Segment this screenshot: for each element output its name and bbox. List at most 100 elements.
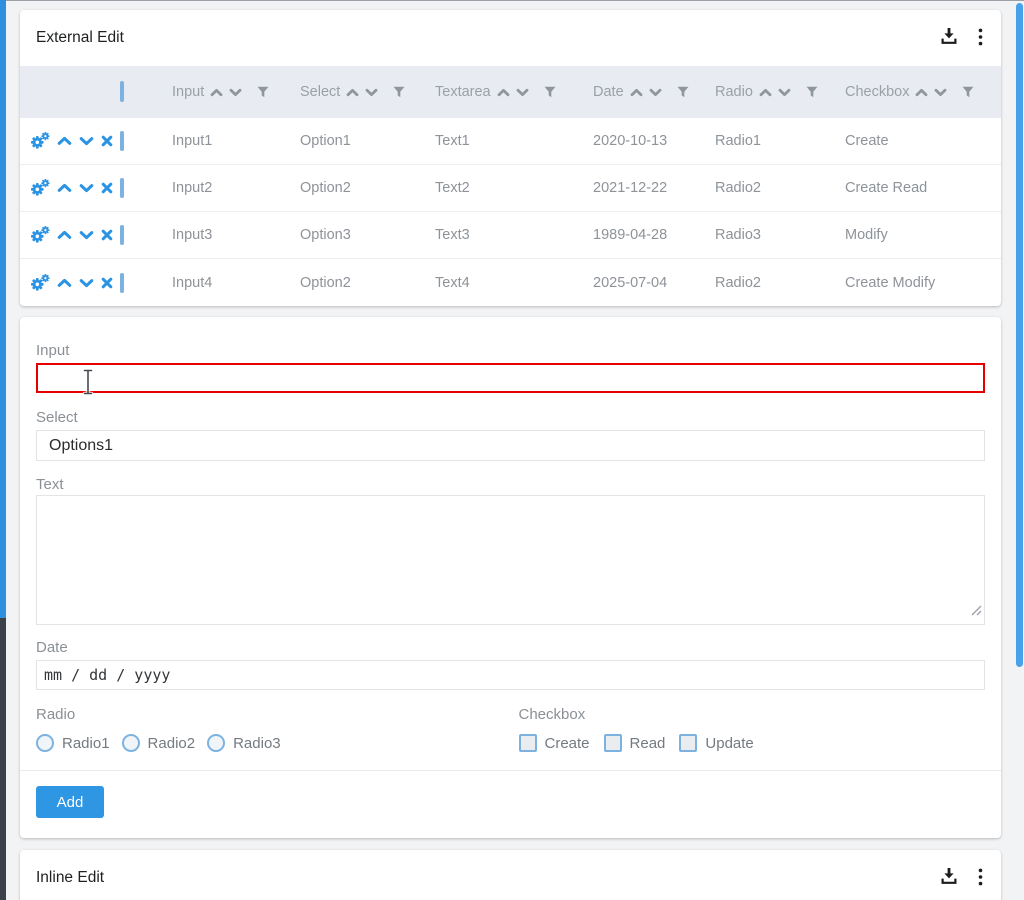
more-menu-button[interactable] bbox=[978, 868, 983, 889]
more-menu-button[interactable] bbox=[978, 28, 983, 49]
row-settings-icon[interactable] bbox=[30, 132, 50, 150]
table-row: Input2 Option2 Text2 2021-12-22 Radio2 C… bbox=[20, 165, 1001, 212]
filter-icon[interactable] bbox=[677, 86, 689, 98]
row-delete-icon[interactable] bbox=[101, 135, 113, 147]
cell-select: Option3 bbox=[300, 227, 435, 243]
column-header-input: Input bbox=[172, 84, 300, 100]
row-checkbox[interactable] bbox=[120, 131, 124, 151]
column-header-checkbox: Checkbox bbox=[845, 84, 1000, 100]
checkbox-option-label: Update bbox=[705, 735, 753, 752]
row-settings-icon[interactable] bbox=[30, 179, 50, 197]
radio-option-radio3[interactable] bbox=[207, 734, 225, 752]
filter-icon[interactable] bbox=[962, 86, 974, 98]
filter-icon[interactable] bbox=[257, 86, 269, 98]
filter-icon[interactable] bbox=[544, 86, 556, 98]
row-delete-icon[interactable] bbox=[101, 277, 113, 289]
row-move-up-icon[interactable] bbox=[57, 183, 72, 193]
row-move-up-icon[interactable] bbox=[57, 136, 72, 146]
column-header-textarea: Textarea bbox=[435, 84, 593, 100]
checkbox-group: Checkbox Create Read Update bbox=[511, 707, 986, 753]
resize-grip-icon[interactable] bbox=[971, 603, 982, 621]
scrollbar-thumb[interactable] bbox=[1016, 3, 1023, 667]
window-top-border bbox=[0, 0, 1024, 1]
cell-textarea: Text2 bbox=[435, 180, 593, 196]
row-move-down-icon[interactable] bbox=[79, 278, 94, 288]
vertical-scrollbar[interactable] bbox=[1015, 0, 1024, 900]
cell-input: Input3 bbox=[172, 227, 300, 243]
cell-select: Option1 bbox=[300, 133, 435, 149]
row-checkbox[interactable] bbox=[120, 273, 124, 293]
inline-edit-header: Inline Edit bbox=[20, 850, 1001, 900]
checkbox-option-label: Read bbox=[630, 735, 666, 752]
date-field-label: Date bbox=[36, 640, 985, 656]
cell-radio: Radio2 bbox=[715, 180, 845, 196]
checkbox-option-update[interactable] bbox=[679, 734, 697, 752]
add-button[interactable]: Add bbox=[36, 786, 104, 818]
download-icon bbox=[940, 868, 958, 888]
row-delete-icon[interactable] bbox=[101, 229, 113, 241]
row-delete-icon[interactable] bbox=[101, 182, 113, 194]
sort-desc-icon[interactable] bbox=[229, 88, 242, 97]
checkbox-option-create[interactable] bbox=[519, 734, 537, 752]
download-button[interactable] bbox=[940, 868, 958, 888]
filter-icon[interactable] bbox=[393, 86, 405, 98]
row-settings-icon[interactable] bbox=[30, 226, 50, 244]
sort-desc-icon[interactable] bbox=[516, 88, 529, 97]
panel-title: External Edit bbox=[36, 29, 940, 47]
checkbox-group-label: Checkbox bbox=[519, 707, 986, 723]
form-actions-divider bbox=[20, 770, 1001, 771]
cell-select: Option2 bbox=[300, 180, 435, 196]
date-field[interactable]: mm / dd / yyyy bbox=[36, 660, 985, 690]
column-header-date: Date bbox=[593, 84, 715, 100]
external-edit-card: External Edit Input bbox=[20, 10, 1001, 306]
column-label: Checkbox bbox=[845, 84, 909, 100]
row-move-up-icon[interactable] bbox=[57, 278, 72, 288]
sort-desc-icon[interactable] bbox=[934, 88, 947, 97]
text-field[interactable] bbox=[36, 495, 985, 625]
row-settings-icon[interactable] bbox=[30, 274, 50, 292]
sort-asc-icon[interactable] bbox=[759, 88, 772, 97]
column-header-radio: Radio bbox=[715, 84, 845, 100]
sort-desc-icon[interactable] bbox=[778, 88, 791, 97]
filter-icon[interactable] bbox=[806, 86, 818, 98]
row-move-down-icon[interactable] bbox=[79, 136, 94, 146]
radio-option-radio1[interactable] bbox=[36, 734, 54, 752]
cell-date: 2025-07-04 bbox=[593, 275, 715, 291]
kebab-menu-icon bbox=[978, 28, 983, 49]
cell-checkbox: Create Modify bbox=[845, 275, 1000, 291]
select-field-label: Select bbox=[36, 410, 985, 426]
table-header-row: Input Select Textarea Date bbox=[20, 66, 1001, 118]
add-record-form-card: Input Select Options1 Text Date mm / dd … bbox=[20, 317, 1001, 838]
select-all-checkbox[interactable] bbox=[120, 81, 124, 102]
sort-desc-icon[interactable] bbox=[649, 88, 662, 97]
external-edit-header: External Edit bbox=[20, 10, 1001, 66]
select-field[interactable]: Options1 bbox=[36, 430, 985, 461]
table-row: Input3 Option3 Text3 1989-04-28 Radio3 M… bbox=[20, 212, 1001, 259]
sort-asc-icon[interactable] bbox=[630, 88, 643, 97]
sort-asc-icon[interactable] bbox=[346, 88, 359, 97]
radio-option-radio2[interactable] bbox=[122, 734, 140, 752]
row-move-up-icon[interactable] bbox=[57, 230, 72, 240]
row-checkbox[interactable] bbox=[120, 225, 124, 245]
sort-asc-icon[interactable] bbox=[497, 88, 510, 97]
row-move-down-icon[interactable] bbox=[79, 183, 94, 193]
checkbox-option-read[interactable] bbox=[604, 734, 622, 752]
cell-input: Input4 bbox=[172, 275, 300, 291]
download-button[interactable] bbox=[940, 28, 958, 48]
inline-edit-card: Inline Edit bbox=[20, 850, 1001, 900]
cell-input: Input2 bbox=[172, 180, 300, 196]
sort-desc-icon[interactable] bbox=[365, 88, 378, 97]
radio-group-label: Radio bbox=[36, 707, 511, 723]
input-field-label: Input bbox=[36, 342, 69, 359]
column-header-select: Select bbox=[300, 84, 435, 100]
sort-asc-icon[interactable] bbox=[210, 88, 223, 97]
sort-asc-icon[interactable] bbox=[915, 88, 928, 97]
table-row: Input1 Option1 Text1 2020-10-13 Radio1 C… bbox=[20, 118, 1001, 165]
column-label: Radio bbox=[715, 84, 753, 100]
row-checkbox[interactable] bbox=[120, 178, 124, 198]
input-field[interactable] bbox=[36, 363, 985, 393]
row-move-down-icon[interactable] bbox=[79, 230, 94, 240]
radio-option-label: Radio1 bbox=[62, 735, 110, 752]
left-rail bbox=[0, 0, 6, 900]
cell-textarea: Text4 bbox=[435, 275, 593, 291]
